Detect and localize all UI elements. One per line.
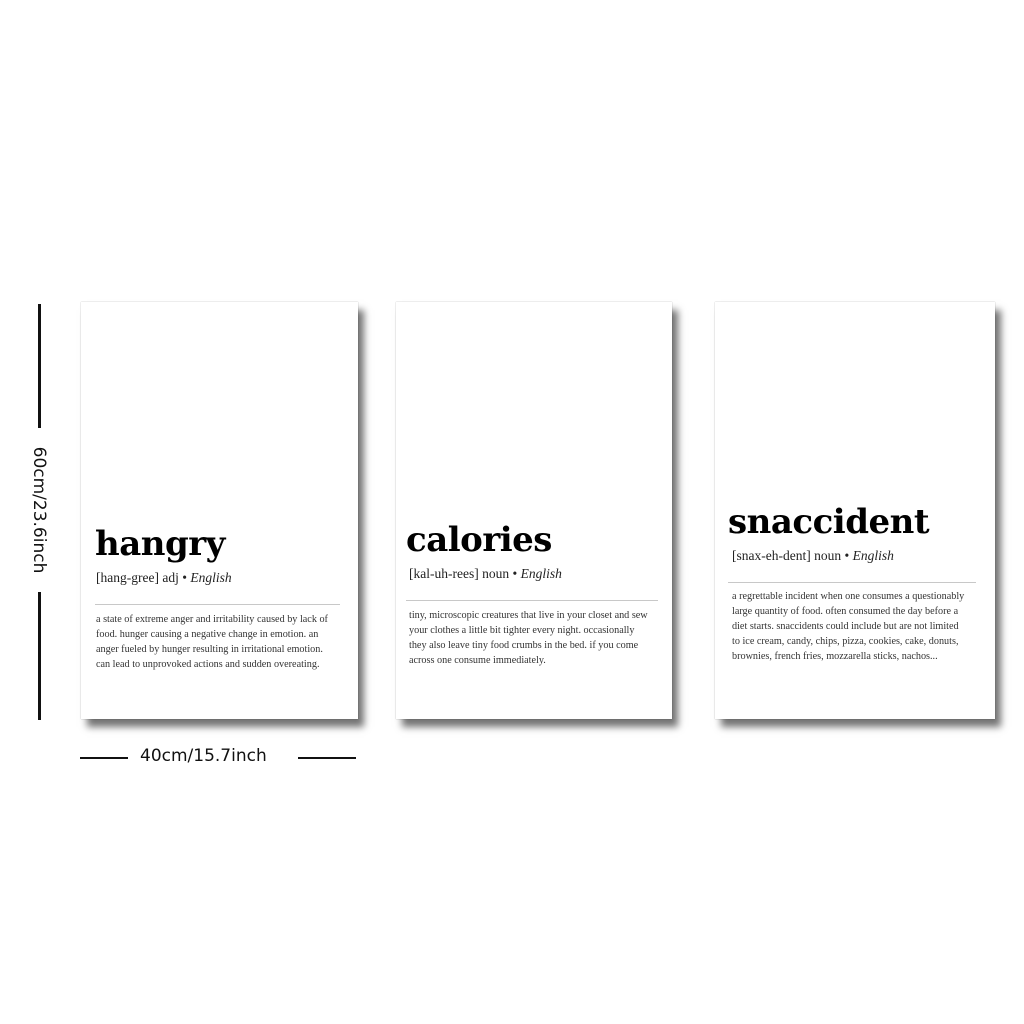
language: English <box>190 570 232 585</box>
separator-dot: • <box>844 548 850 563</box>
separator-dot: • <box>512 566 518 581</box>
poster-hangry: hangry [hang-gree] adj • English a state… <box>81 302 358 719</box>
poster-calories: calories [kal-uh-rees] noun • English ti… <box>396 302 672 719</box>
pronunciation: [hang-gree] <box>96 570 159 585</box>
poster-word: hangry <box>95 524 225 564</box>
width-dimension-line-left <box>80 757 128 759</box>
height-dimension-line-bottom <box>38 592 41 720</box>
divider-rule <box>728 582 976 583</box>
pronunciation: [kal-uh-rees] <box>409 566 479 581</box>
definition-text: tiny, microscopic creatures that live in… <box>409 610 648 666</box>
poster-pronunciation-line: [hang-gree] adj • English <box>96 570 232 586</box>
poster-pronunciation-line: [kal-uh-rees] noun • English <box>409 566 562 582</box>
divider-rule <box>406 600 658 601</box>
height-dimension-label: 60cm/23.6inch <box>29 446 49 574</box>
language: English <box>852 548 894 563</box>
definition-text: a state of extreme anger and irritabilit… <box>96 614 328 670</box>
part-of-speech: noun <box>814 548 842 563</box>
pronunciation: [snax-eh-dent] <box>732 548 811 563</box>
definition-text: a regrettable incident when one consumes… <box>732 591 965 662</box>
part-of-speech: adj <box>162 570 179 585</box>
width-dimension-line-right <box>298 757 356 759</box>
poster-snaccident: snaccident [snax-eh-dent] noun • English… <box>715 302 995 719</box>
language: English <box>520 566 562 581</box>
width-dimension-label: 40cm/15.7inch <box>140 746 267 766</box>
poster-pronunciation-line: [snax-eh-dent] noun • English <box>732 548 894 564</box>
height-dimension-line-top <box>38 304 41 428</box>
poster-word: snaccident <box>728 502 930 542</box>
part-of-speech: noun <box>482 566 510 581</box>
divider-rule <box>95 604 340 605</box>
separator-dot: • <box>182 570 187 585</box>
poster-word: calories <box>406 520 552 560</box>
